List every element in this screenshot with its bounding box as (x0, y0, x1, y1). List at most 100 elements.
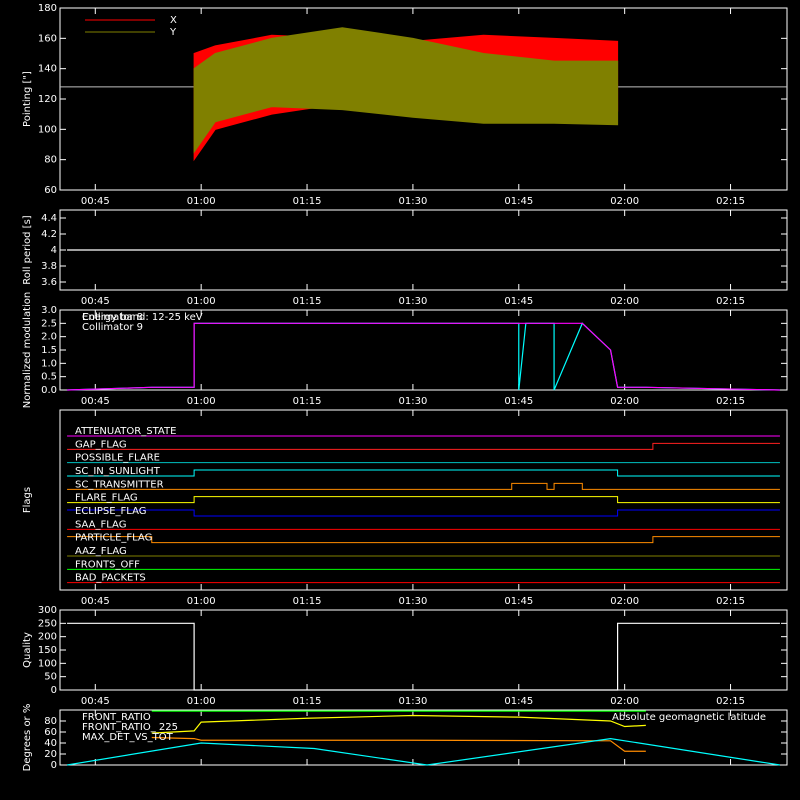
panel-5: Degrees or % 020406080 Absolute geomagneti… (22, 704, 788, 772)
series-line (151, 714, 646, 734)
flag-label: ATTENUATOR_STATE (75, 426, 176, 437)
y-tick-label: 3.0 (41, 305, 57, 316)
panel-frame (59, 609, 788, 691)
flag-label: FRONTS_OFF (75, 559, 140, 570)
x-tick-label: 00:45 (81, 296, 110, 307)
panel-4: 00:45 01:00 01:15 01:30 01:45 02:00 02:15 Quali… (22, 605, 788, 707)
rhessi-quicklook-plot: 00:45 01:00 01:15 01:30 01:45 02:00 02:15 Point… (0, 0, 800, 800)
panel-2: 00:45 01:00 01:15 01:30 01:45 02:00 02:15 Norma… (22, 292, 788, 409)
y-axis-label: Normalized modulation (22, 292, 33, 409)
x-tick-label: 02:00 (610, 596, 639, 607)
x-tick-label: 01:00 (187, 596, 216, 607)
y-tick-label: 3.6 (41, 277, 57, 288)
series-line (67, 322, 780, 391)
plot-canvas: 00:45 01:00 01:15 01:30 01:45 02:00 02:15 Point… (22, 3, 788, 772)
y-axis-label: Pointing ["] (22, 71, 33, 127)
x-tick-label: 01:45 (504, 396, 533, 407)
legend-label: Collimator 9 (82, 322, 143, 333)
y-tick-label: 2.0 (41, 332, 57, 343)
flag-label: PARTICLE_FLAG (75, 533, 152, 544)
y-tick-label: 180 (38, 3, 57, 14)
series-line (67, 622, 780, 691)
x-tick-label: 02:15 (716, 396, 745, 407)
x-tick-label: 01:30 (398, 196, 427, 207)
y-tick-label: 60 (44, 185, 57, 196)
x-tick-label: 01:30 (398, 296, 427, 307)
x-tick-label: 01:30 (398, 396, 427, 407)
series-line (66, 737, 781, 766)
panel-1: 00:45 01:00 01:15 01:30 01:45 02:00 02:15 Roll … (22, 209, 788, 307)
y-tick-label: 2.5 (41, 318, 57, 329)
flag-label: GAP_FLAG (75, 439, 127, 450)
y-axis-label: Quality (22, 632, 33, 668)
panel-frame (59, 409, 788, 591)
y-tick-label: 40 (44, 738, 57, 749)
panel-0: 00:45 01:00 01:15 01:30 01:45 02:00 02:15 Point… (22, 3, 788, 207)
x-tick-label: 01:30 (398, 696, 427, 707)
y-tick-label: 80 (44, 155, 57, 166)
flag-line (67, 482, 780, 490)
y-tick-label: 0.0 (41, 385, 57, 396)
x-tick-label: 01:15 (293, 296, 322, 307)
y-tick-label: 250 (38, 618, 57, 629)
y-axis-label: Degrees or % (22, 704, 33, 772)
y-axis-label: Roll period [s] (22, 215, 33, 284)
y-tick-label: 300 (38, 605, 57, 616)
flag-line (67, 509, 780, 517)
flag-label: AAZ_FLAG (75, 546, 127, 557)
x-tick-label: 01:45 (504, 596, 533, 607)
flag-line (67, 496, 780, 504)
x-tick-label: 01:00 (187, 696, 216, 707)
y-tick-label: 4.4 (41, 213, 57, 224)
x-tick-label: 02:15 (716, 296, 745, 307)
x-tick-label: 01:15 (293, 196, 322, 207)
flag-label: POSSIBLE_FLARE (75, 453, 160, 464)
x-tick-label: 01:00 (187, 296, 216, 307)
y-tick-label: 0 (51, 760, 57, 771)
legend-label: Y (169, 27, 177, 38)
panel-3: 00:45 01:00 01:15 01:30 01:45 02:00 02:15 Flags… (22, 409, 788, 607)
y-tick-label: 160 (38, 33, 57, 44)
flag-label: SC_TRANSMITTER (75, 479, 164, 490)
x-tick-label: 00:45 (81, 196, 110, 207)
series-line (67, 322, 780, 391)
y-tick-label: 120 (38, 94, 57, 105)
y-tick-label: 100 (38, 124, 57, 135)
flag-label: FLARE_FLAG (75, 493, 138, 504)
x-tick-label: 02:00 (610, 296, 639, 307)
flag-line (67, 442, 780, 450)
flag-label: ECLIPSE_FLAG (75, 506, 146, 517)
x-tick-label: 00:45 (81, 596, 110, 607)
y-tick-label: 1.0 (41, 358, 57, 369)
y-tick-label: 150 (38, 645, 57, 656)
y-tick-label: 0.5 (41, 372, 57, 383)
legend-label: X (170, 15, 177, 26)
x-tick-label: 01:45 (504, 296, 533, 307)
flag-label: SAA_FLAG (75, 519, 126, 530)
y-tick-label: 80 (44, 716, 57, 727)
flag-label: SC_IN_SUNLIGHT (75, 466, 161, 477)
x-tick-label: 01:00 (187, 396, 216, 407)
x-tick-label: 01:15 (293, 696, 322, 707)
x-tick-label: 01:15 (293, 396, 322, 407)
x-tick-label: 01:45 (504, 196, 533, 207)
y-tick-label: 1.5 (41, 345, 57, 356)
x-tick-label: 02:00 (610, 196, 639, 207)
y-tick-label: 4.2 (41, 229, 57, 240)
y-tick-label: 200 (38, 632, 57, 643)
flag-line (67, 469, 780, 477)
flag-line (67, 536, 780, 544)
y-tick-label: 50 (44, 672, 57, 683)
x-tick-label: 02:15 (716, 696, 745, 707)
x-tick-label: 01:15 (293, 596, 322, 607)
y-tick-label: 4 (51, 245, 57, 256)
y-tick-label: 60 (44, 727, 57, 738)
y-tick-label: 140 (38, 64, 57, 75)
x-tick-label: 01:00 (187, 196, 216, 207)
x-tick-label: 02:15 (716, 196, 745, 207)
y-tick-label: 100 (38, 658, 57, 669)
y-tick-label: 0 (51, 685, 57, 696)
x-tick-label: 02:15 (716, 596, 745, 607)
x-tick-label: 01:30 (398, 596, 427, 607)
legend-label: MAX_DET_VS_TOT (82, 732, 174, 743)
